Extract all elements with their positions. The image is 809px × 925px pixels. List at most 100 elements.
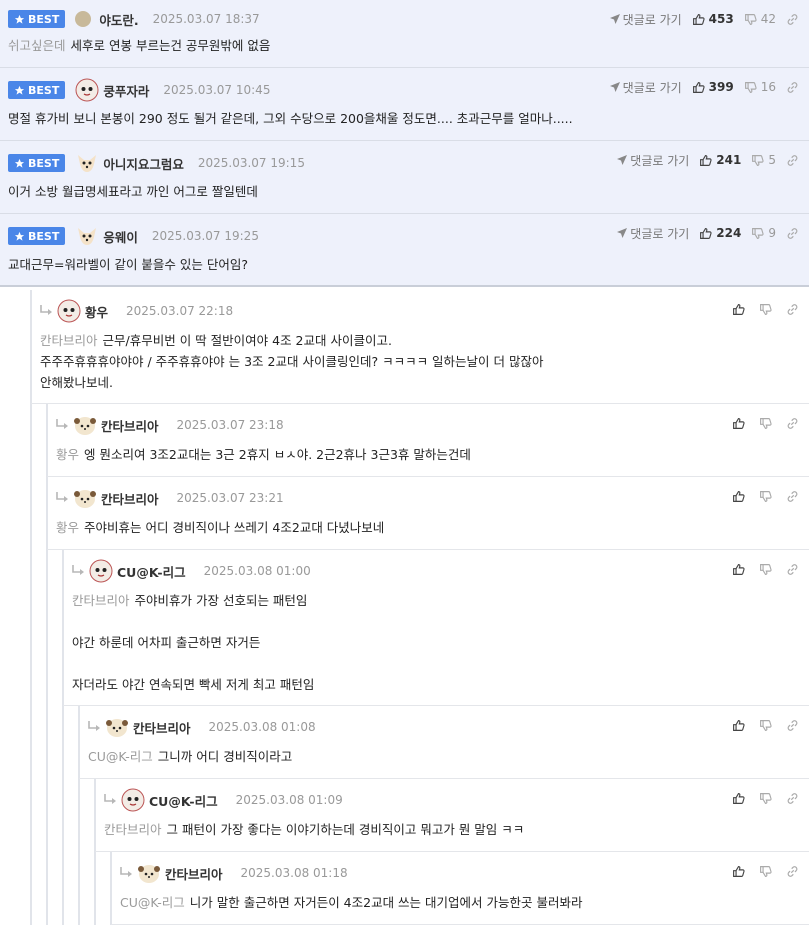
link-button[interactable]: [786, 303, 799, 316]
timestamp: 2025.03.07 22:18: [126, 304, 234, 318]
avatar-icon: [138, 865, 160, 883]
reply-comment: 칸타브리아 2025.03.07 23:18 황우 엥 뭔소리여 3조2교대는 3…: [47, 404, 809, 477]
quote-target[interactable]: CU@K-리그: [120, 895, 185, 910]
nickname[interactable]: 응웨이: [103, 227, 138, 246]
nickname[interactable]: 쿵푸자라: [103, 81, 149, 100]
avatar-icon: [75, 78, 99, 102]
link-button[interactable]: [786, 719, 799, 732]
nickname[interactable]: 아니지요그럼요: [103, 154, 184, 173]
timestamp: 2025.03.07 23:18: [176, 418, 284, 432]
star-icon: [14, 14, 25, 24]
avatar-icon: [89, 559, 113, 583]
like-button[interactable]: 224: [699, 226, 741, 240]
like-button[interactable]: [732, 303, 745, 316]
link-icon: [787, 865, 798, 877]
like-button[interactable]: [732, 865, 745, 878]
reply-arrow-icon: [56, 419, 68, 429]
dislike-button[interactable]: [759, 490, 772, 503]
avatar-icon: [74, 490, 96, 508]
dislike-button[interactable]: 42: [744, 12, 776, 26]
dislike-button[interactable]: [759, 865, 772, 878]
dislike-button[interactable]: 16: [744, 80, 776, 94]
avatar-icon: [57, 299, 81, 323]
dislike-button[interactable]: 5: [751, 153, 776, 167]
nickname[interactable]: 칸타브리아: [133, 718, 191, 737]
link-button[interactable]: [786, 13, 799, 26]
goto-reply-link[interactable]: 댓글로 가기: [617, 152, 689, 169]
thumbs-up-icon: [692, 13, 705, 25]
nickname[interactable]: 야도란.: [99, 10, 138, 29]
like-button[interactable]: [732, 719, 745, 732]
like-button[interactable]: 453: [692, 12, 734, 26]
link-icon: [787, 563, 798, 575]
avatar: [75, 11, 92, 27]
quote-target[interactable]: 황우: [56, 447, 79, 462]
link-button[interactable]: [786, 227, 799, 240]
quote-target[interactable]: 칸타브리아: [40, 333, 98, 348]
quote-target[interactable]: CU@K-리그: [88, 749, 153, 764]
avatar-icon: [78, 155, 97, 172]
link-button[interactable]: [786, 865, 799, 878]
nickname[interactable]: 칸타브리아: [101, 416, 159, 435]
comment-text: 야간 하룬데 어차피 출근하면 자거든: [72, 635, 261, 650]
reply-comment: 칸타브리아 2025.03.08 01:18 CU@K-리그 니가 말한 출근하면…: [111, 852, 809, 925]
link-button[interactable]: [786, 154, 799, 167]
link-button[interactable]: [786, 417, 799, 430]
reply-comment: 칸타브리아 2025.03.08 01:08 CU@K-리그 그니까 어디 경비직…: [79, 706, 809, 779]
nickname[interactable]: CU@K-리그: [149, 791, 218, 810]
quote-target[interactable]: 칸타브리아: [104, 822, 162, 837]
reply-arrow-icon: [56, 492, 68, 502]
avatar-icon: [106, 719, 128, 737]
quote-target[interactable]: 쉬고싶은데: [8, 38, 66, 53]
thumbs-up-icon: [733, 417, 745, 429]
like-button[interactable]: 399: [692, 80, 734, 94]
arrow-icon: [617, 155, 628, 165]
thumbs-up-icon: [733, 490, 745, 502]
nickname[interactable]: CU@K-리그: [117, 562, 186, 581]
nickname[interactable]: 칸타브리아: [101, 489, 159, 508]
arrow-icon: [609, 82, 620, 92]
dislike-button[interactable]: 9: [751, 226, 776, 240]
thumbs-down-icon: [760, 719, 772, 731]
dislike-button[interactable]: [759, 303, 772, 316]
thumbs-down-icon: [760, 490, 772, 502]
link-icon: [787, 792, 798, 804]
quote-target[interactable]: 칸타브리아: [72, 593, 130, 608]
nickname[interactable]: 황우: [85, 302, 108, 321]
thumbs-down-icon: [744, 13, 757, 25]
like-button[interactable]: [732, 417, 745, 430]
thumbs-up-icon: [733, 792, 745, 804]
link-button[interactable]: [786, 563, 799, 576]
best-comment: BEST 아니지요그럼요 2025.03.07 19:15 댓글로 가기 241…: [0, 141, 809, 214]
avatar-icon: [78, 228, 97, 245]
dislike-button[interactable]: [759, 417, 772, 430]
goto-reply-link[interactable]: 댓글로 가기: [609, 11, 682, 28]
reply-comment: CU@K-리그 2025.03.08 01:09 칸타브리아 그 패턴이 가장 좋…: [95, 779, 809, 852]
goto-reply-link[interactable]: 댓글로 가기: [609, 79, 682, 96]
goto-reply-link[interactable]: 댓글로 가기: [617, 225, 689, 242]
dislike-button[interactable]: [759, 792, 772, 805]
timestamp: 2025.03.07 19:25: [151, 229, 259, 243]
best-badge: BEST: [8, 154, 66, 172]
link-button[interactable]: [786, 81, 799, 94]
link-button[interactable]: [786, 490, 799, 503]
like-button[interactable]: [732, 563, 745, 576]
link-icon: [787, 81, 798, 93]
comment-text: 이거 소방 월급명세표라고 까인 어그로 짤일텐데: [8, 184, 258, 199]
comment-text: 그니까 어디 경비직이라고: [157, 749, 293, 764]
like-button[interactable]: [732, 490, 745, 503]
thumbs-up-icon: [700, 154, 712, 166]
link-icon: [787, 227, 798, 239]
dislike-button[interactable]: [759, 563, 772, 576]
arrow-icon: [609, 14, 620, 24]
thumbs-down-icon: [752, 227, 764, 239]
nickname[interactable]: 칸타브리아: [165, 864, 223, 883]
like-button[interactable]: [732, 792, 745, 805]
timestamp: 2025.03.08 01:08: [208, 720, 316, 734]
best-badge: BEST: [8, 227, 66, 245]
timestamp: 2025.03.07 23:21: [176, 491, 284, 505]
quote-target[interactable]: 황우: [56, 520, 79, 535]
link-button[interactable]: [786, 792, 799, 805]
dislike-button[interactable]: [759, 719, 772, 732]
like-button[interactable]: 241: [699, 153, 741, 167]
